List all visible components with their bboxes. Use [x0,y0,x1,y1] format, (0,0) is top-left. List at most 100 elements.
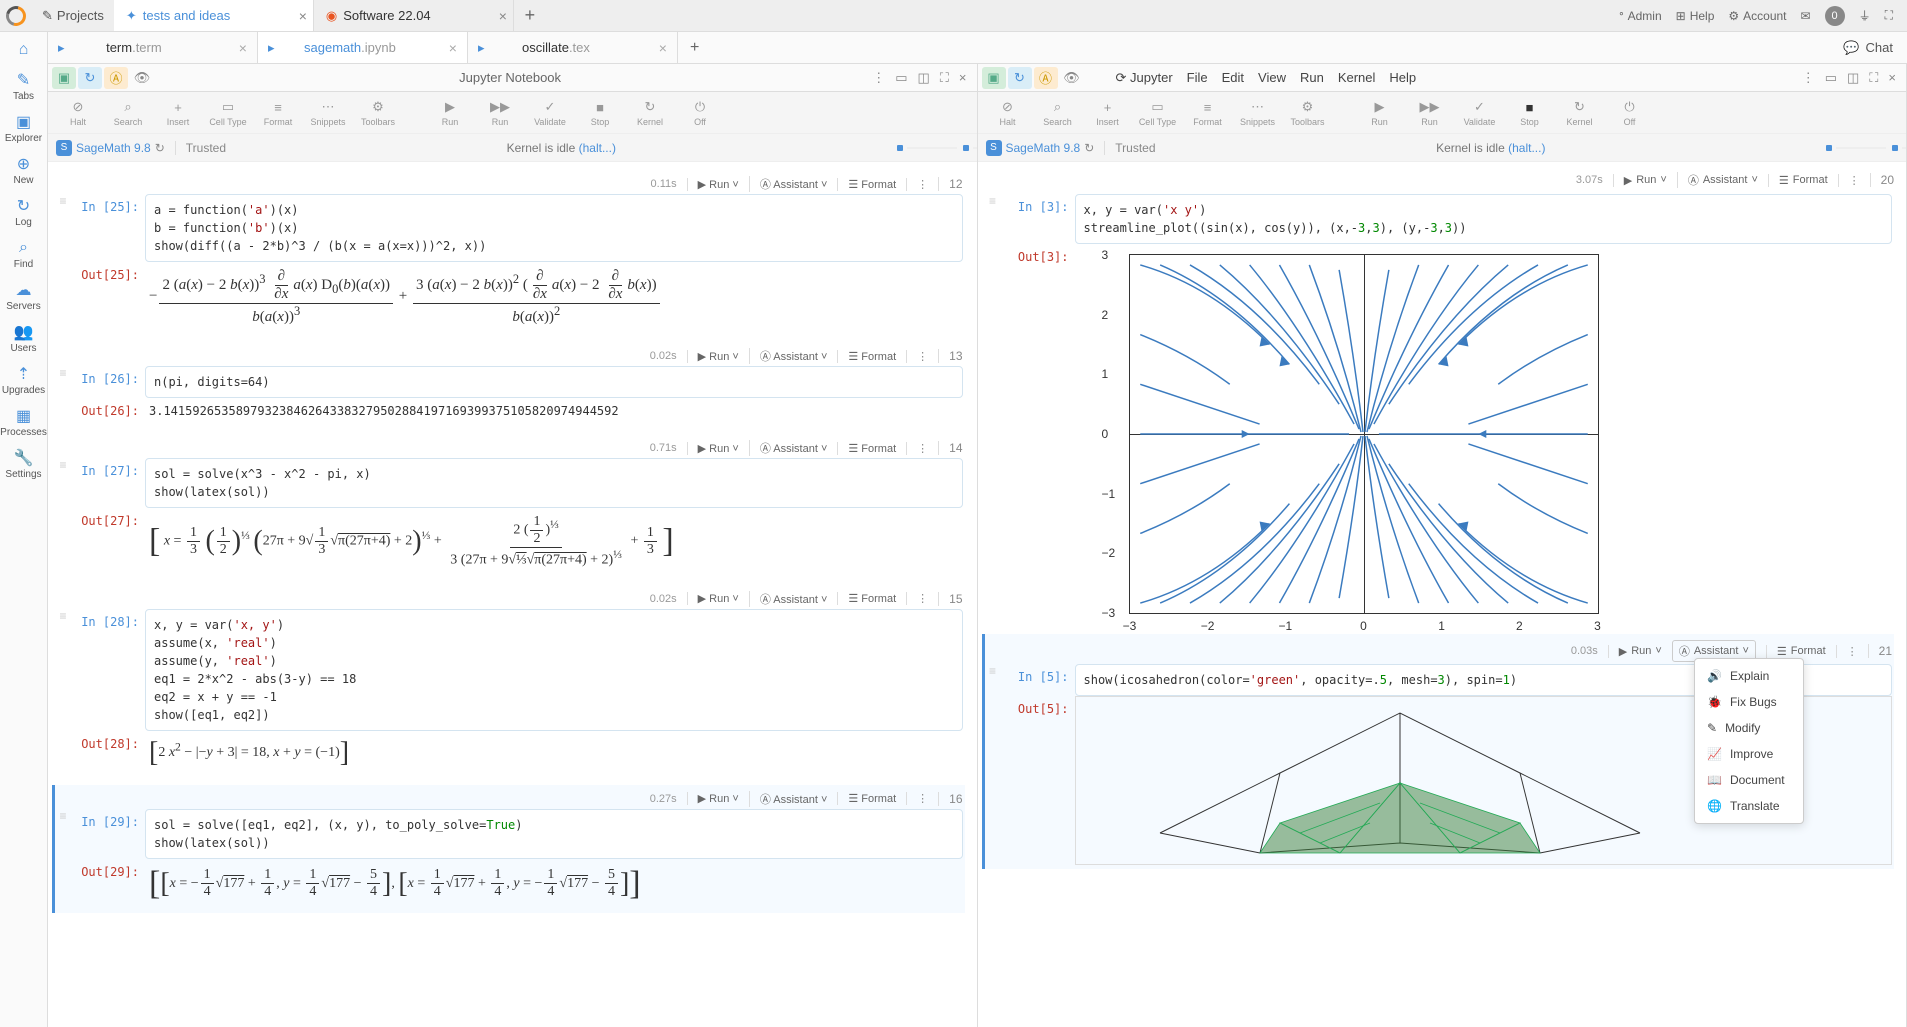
sidebar-home[interactable]: ⌂ [0,36,47,64]
cell-more-button[interactable]: ⋮ [906,792,928,805]
code-input[interactable]: sol = solve(x^3 - x^2 - pi, x) show(late… [145,458,963,508]
cell-more-button[interactable]: ⋮ [906,442,928,455]
close-icon[interactable]: × [659,40,667,56]
panel-icon-d[interactable]: 👁 [130,67,154,89]
tool-stop[interactable]: ■Stop [1506,92,1554,133]
sidebar-servers[interactable]: ☁Servers [0,276,47,316]
panel-icon-b[interactable]: ↻ [1008,67,1032,89]
cell-run-button[interactable]: ▶ Run ˅ [1613,174,1667,187]
notebook-cell[interactable]: ≡ In [3]: x, y = var('x y') streamline_p… [982,190,1895,628]
cell-run-button[interactable]: ▶ Run ˅ [687,350,739,363]
tool-search[interactable]: ⌕Search [104,92,152,133]
tool-format[interactable]: ≡Format [1184,92,1232,133]
tool-celltype[interactable]: ▭Cell Type [204,92,252,133]
menu-improve[interactable]: 📈Improve [1695,741,1803,767]
close-icon[interactable]: × [239,40,247,56]
tool-celltype[interactable]: ▭Cell Type [1134,92,1182,133]
cell-assistant-button[interactable]: Ⓐ Assistant ˅ [1677,172,1758,188]
cell-format-button[interactable]: ☰ Format [837,592,896,605]
projects-button[interactable]: ✎ Projects [32,0,114,31]
run-menu[interactable]: Run [1300,70,1324,86]
menu-explain[interactable]: 🔊Explain [1695,663,1803,689]
help-menu[interactable]: Help [1389,70,1416,86]
tool-toolbars[interactable]: ⚙Toolbars [1284,92,1332,133]
notebook-cell[interactable]: 0.02s▶ Run ˅Ⓐ Assistant ˅☰ Format⋮15≡In … [52,585,965,779]
tool-run[interactable]: ▶Run [426,92,474,133]
tool-format[interactable]: ≡Format [254,92,302,133]
panel-icon-a[interactable]: ▣ [52,67,76,89]
halt-link[interactable]: (halt...) [1508,141,1545,155]
tool-toolbars[interactable]: ⚙Toolbars [354,92,402,133]
cell-format-button[interactable]: ☰ Format [1766,645,1826,658]
cell-assistant-button[interactable]: Ⓐ Assistant ˅ [749,440,828,456]
more-icon[interactable]: ⋮ [872,70,885,86]
new-file-tab[interactable]: + [678,39,711,57]
menu-document[interactable]: 📖Document [1695,767,1803,793]
tool-off[interactable]: ⏻Off [1606,92,1654,133]
refresh-icon[interactable]: ↻ [155,141,165,155]
sidebar-users[interactable]: 👥Users [0,318,47,358]
drag-handle[interactable]: ≡ [57,458,69,508]
drag-handle[interactable]: ≡ [57,366,69,398]
layout-icon[interactable]: ▭ [895,70,907,86]
expand-icon[interactable]: ⛶ [1869,70,1878,86]
new-tab-button[interactable]: + [514,5,546,26]
cell-more-button[interactable]: ⋮ [906,592,928,605]
edit-menu[interactable]: Edit [1222,70,1244,86]
cell-assistant-button[interactable]: Ⓐ Assistant ˅ [749,348,828,364]
help-button[interactable]: ⊞Help [1676,9,1715,23]
notebook-cell[interactable]: 0.27s▶ Run ˅Ⓐ Assistant ˅☰ Format⋮16≡In … [52,785,965,913]
cell-more-button[interactable]: ⋮ [1836,645,1858,658]
tool-snippets[interactable]: ⋯Snippets [304,92,352,133]
sidebar-log[interactable]: ↻Log [0,192,47,232]
kernel-menu[interactable]: Kernel [1338,70,1376,86]
code-input[interactable]: x, y = var('x y') streamline_plot((sin(x… [1075,194,1893,244]
cell-more-button[interactable]: ⋮ [1838,174,1860,187]
tool-halt[interactable]: ⊘Halt [54,92,102,133]
sidebar-explorer[interactable]: ▣Explorer [0,108,47,148]
tool-run-all[interactable]: ▶▶Run [476,92,524,133]
wifi-button[interactable]: ⏚ [1859,7,1871,24]
cell-format-button[interactable]: ☰ Format [837,442,896,455]
panel-icon-b[interactable]: ↻ [78,67,102,89]
file-tab-sagemath[interactable]: ▸ sagemath.ipynb × [258,32,468,63]
code-input[interactable]: a = function('a')(x) b = function('b')(x… [145,194,963,262]
tool-stop[interactable]: ■Stop [576,92,624,133]
expand-icon[interactable]: ⛶ [940,70,949,86]
sidebar-upgrades[interactable]: ⇡Upgrades [0,360,47,400]
cell-run-button[interactable]: ▶ Run ˅ [687,792,739,805]
code-input[interactable]: x, y = var('x, y') assume(x, 'real') ass… [145,609,963,731]
notebook-cell[interactable]: 0.11s▶ Run ˅Ⓐ Assistant ˅☰ Format⋮12≡In … [52,170,965,336]
code-input[interactable]: n(pi, digits=64) [145,366,963,398]
panel-icon-d[interactable]: 👁 [1060,67,1084,89]
notebook-cell[interactable]: 0.02s▶ Run ˅Ⓐ Assistant ˅☰ Format⋮13≡In … [52,342,965,428]
cell-run-button[interactable]: ▶ Run ˅ [1608,645,1662,658]
sidebar-tabs[interactable]: ✎Tabs [0,66,47,106]
account-button[interactable]: ⚙Account [1728,9,1786,23]
admin-button[interactable]: ᐤAdmin [1619,9,1662,23]
code-input[interactable]: sol = solve([eq1, eq2], (x, y), to_poly_… [145,809,963,859]
kernel-badge[interactable]: SSageMath 9.8 ↻ [986,140,1095,156]
split-icon[interactable]: ◫ [1847,70,1859,86]
tool-kernel[interactable]: ↻Kernel [626,92,674,133]
project-tab-2[interactable]: ◉ Software 22.04 × [314,0,514,31]
chat-button[interactable]: 💬Chat [1829,40,1907,56]
tool-kernel[interactable]: ↻Kernel [1556,92,1604,133]
tool-search[interactable]: ⌕Search [1034,92,1082,133]
drag-handle[interactable]: ≡ [987,664,999,696]
drag-handle[interactable]: ≡ [57,809,69,859]
drag-handle[interactable]: ≡ [57,194,69,262]
cell-format-button[interactable]: ☰ Format [1768,174,1828,187]
layout-icon[interactable]: ▭ [1825,70,1837,86]
kernel-badge[interactable]: SSageMath 9.8 ↻ [56,140,165,156]
halt-link[interactable]: (halt...) [579,141,616,155]
refresh-icon[interactable]: ↻ [1084,141,1094,155]
tool-off[interactable]: ⏻Off [676,92,724,133]
close-icon[interactable]: × [959,70,967,86]
tool-validate[interactable]: ✓Validate [1456,92,1504,133]
notification-badge[interactable]: 0 [1825,6,1845,26]
cell-run-button[interactable]: ▶ Run ˅ [687,178,739,191]
sidebar-settings[interactable]: 🔧Settings [0,444,47,484]
tool-run-all[interactable]: ▶▶Run [1406,92,1454,133]
tool-insert[interactable]: +Insert [154,92,202,133]
